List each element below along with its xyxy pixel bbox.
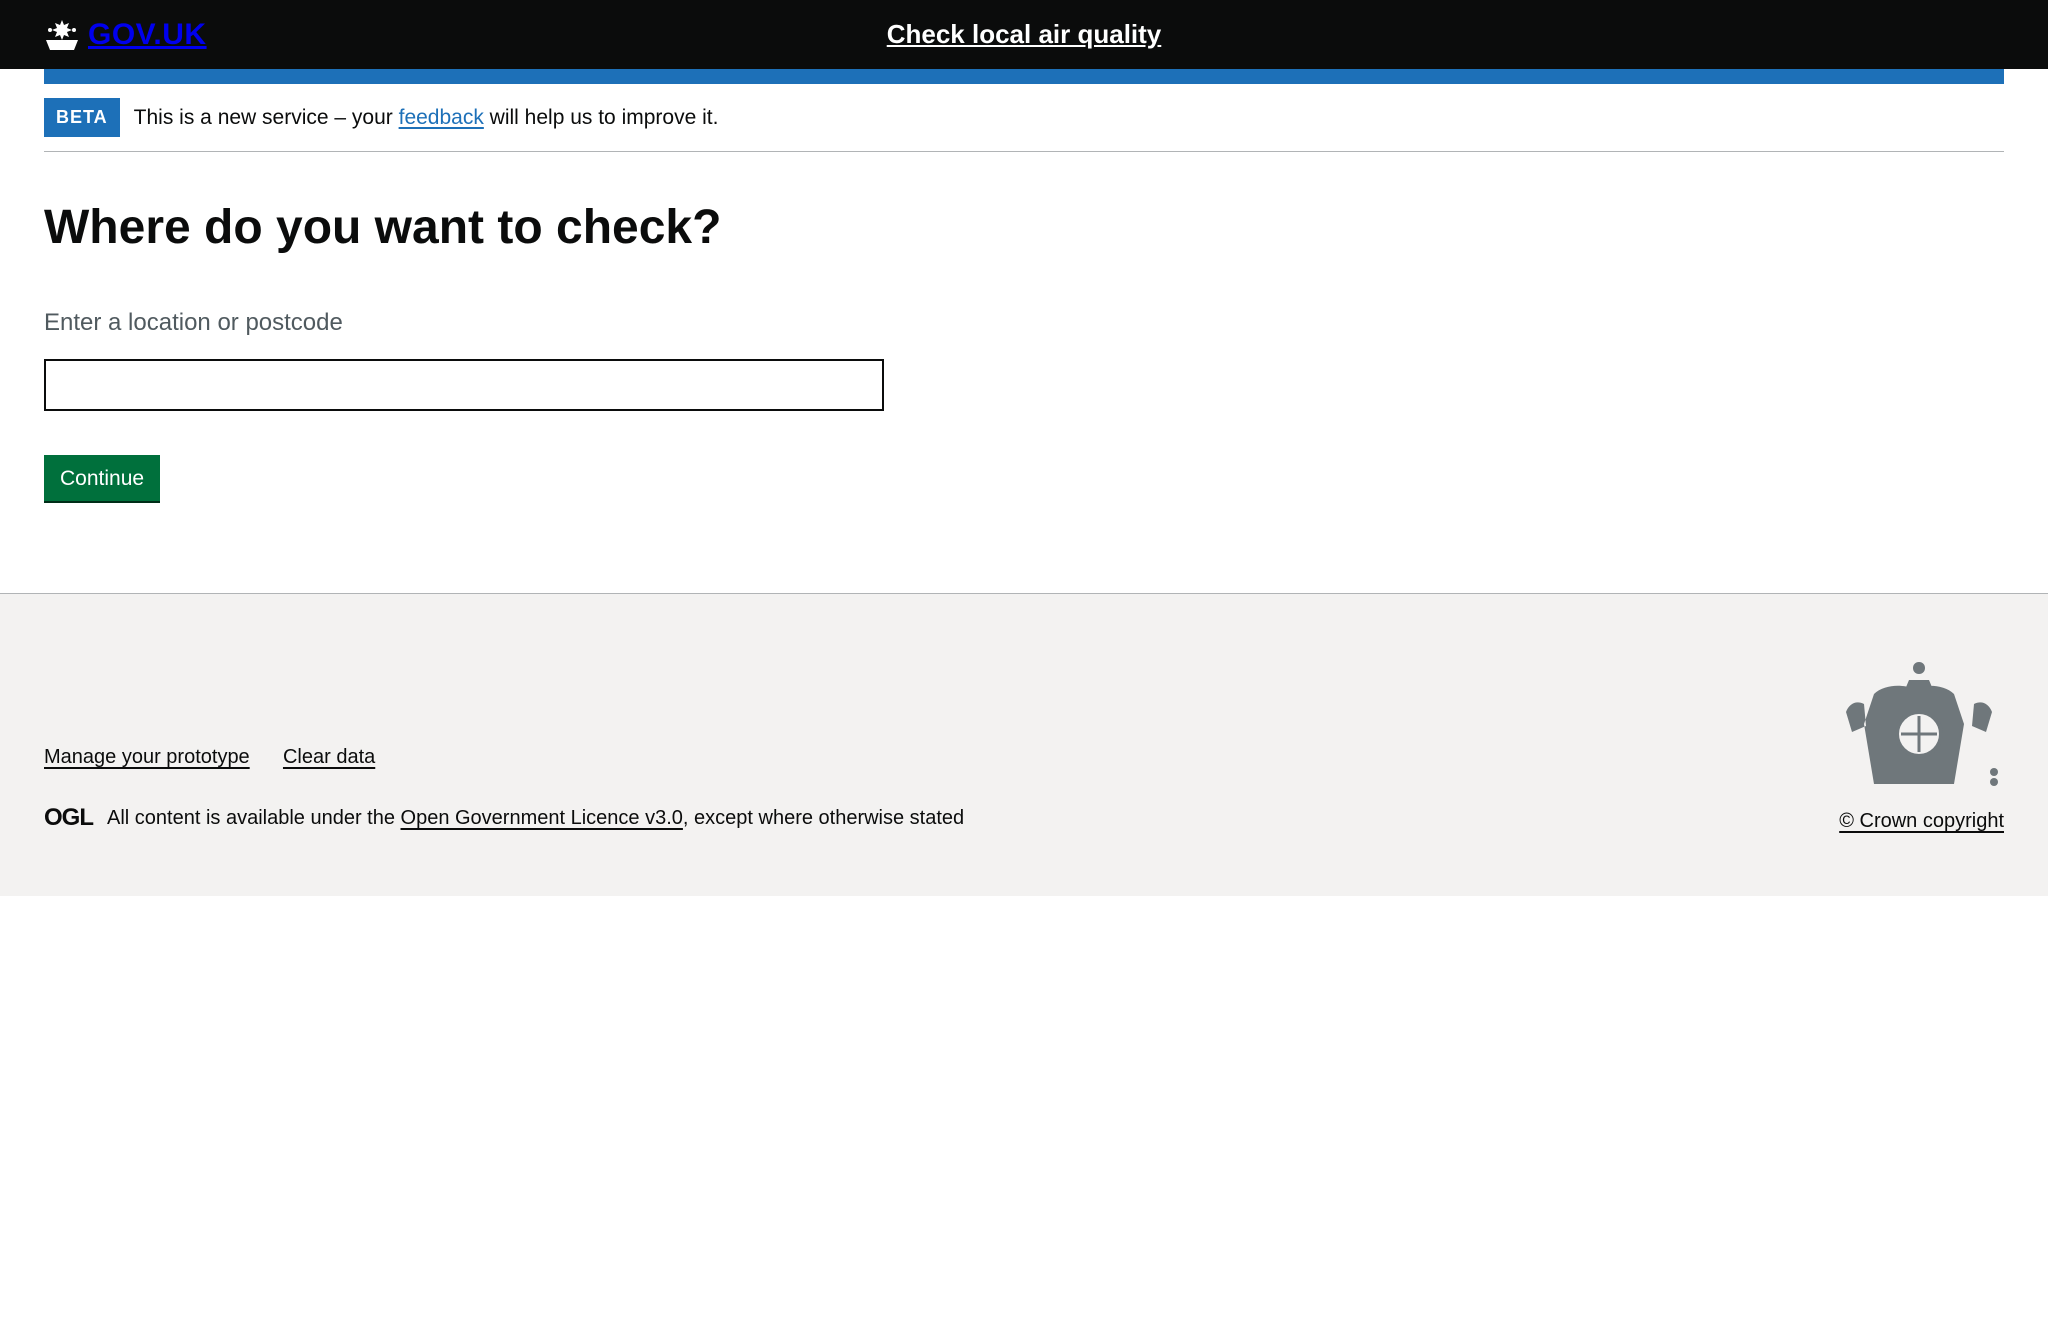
footer-left: Manage your prototype Clear data OGL All… (44, 642, 1794, 837)
phase-text-before: This is a new service – your (134, 106, 399, 129)
blue-bar (44, 69, 2004, 84)
footer-link-manage-prototype[interactable]: Manage your prototype (44, 746, 250, 768)
footer-licence: OGL All content is available under the O… (44, 800, 1794, 836)
crown-icon (44, 20, 80, 50)
footer-right: © Crown copyright (1834, 654, 2004, 836)
continue-button[interactable]: Continue (44, 455, 160, 503)
footer-link-clear-data[interactable]: Clear data (283, 746, 375, 768)
crown-copyright-link[interactable]: © Crown copyright (1839, 806, 2004, 836)
location-label: Enter a location or postcode (44, 305, 2004, 341)
feedback-link[interactable]: feedback (399, 106, 484, 129)
main-content: Where do you want to check? Enter a loca… (44, 152, 2004, 593)
service-name-link[interactable]: Check local air quality (887, 15, 1162, 54)
ogl-icon: OGL (44, 800, 93, 836)
licence-before: All content is available under the (107, 807, 401, 829)
licence-link[interactable]: Open Government Licence v3.0 (401, 807, 683, 829)
site-footer: Manage your prototype Clear data OGL All… (0, 593, 2048, 897)
phase-text-after: will help us to improve it. (484, 106, 719, 129)
location-input[interactable] (44, 359, 884, 411)
govuk-logo-text: GOV.UK (88, 12, 207, 57)
royal-arms-icon (1834, 654, 2004, 794)
site-header: GOV.UK Check local air quality (0, 0, 2048, 69)
phase-banner: BETA This is a new service – your feedba… (44, 84, 2004, 152)
beta-tag: BETA (44, 98, 120, 137)
licence-after: , except where otherwise stated (683, 807, 964, 829)
page-heading: Where do you want to check? (44, 202, 2004, 255)
govuk-logo-link[interactable]: GOV.UK (44, 12, 207, 57)
footer-links: Manage your prototype Clear data (44, 742, 1794, 773)
licence-text: All content is available under the Open … (107, 803, 964, 833)
phase-banner-text: This is a new service – your feedback wi… (134, 102, 719, 134)
